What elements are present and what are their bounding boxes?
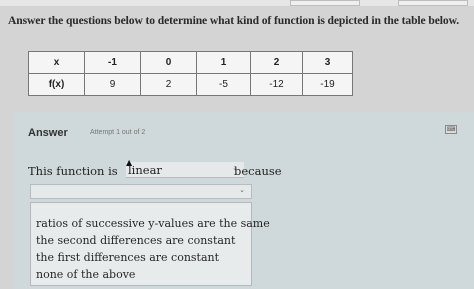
answer-label: Answer [28, 127, 68, 139]
option-none[interactable]: none of the above [36, 268, 135, 281]
option-first-differences[interactable]: the first differences are constant [36, 251, 219, 264]
table-cell: 9 [84, 73, 141, 96]
table-row: f(x) 9 2 -5 -12 -19 [28, 73, 353, 96]
function-type-value: linear [128, 163, 162, 177]
chevron-down-icon: ⌄ [239, 186, 245, 194]
table-cell: -19 [302, 73, 353, 96]
function-type-select[interactable]: linear ⌄ [126, 162, 244, 178]
table-cell: -5 [196, 73, 251, 96]
table-cell: 2 [250, 51, 303, 74]
top-tab[interactable] [398, 0, 468, 6]
top-tab[interactable] [290, 0, 360, 6]
reason-options-list: ratios of successive y-values are the sa… [30, 202, 270, 286]
top-strip [0, 0, 474, 6]
table-row: x -1 0 1 2 3 [28, 51, 353, 74]
table-cell: 1 [196, 51, 251, 74]
option-second-differences[interactable]: the second differences are constant [36, 234, 235, 247]
row-header-fx: f(x) [28, 73, 85, 96]
question-text: Answer the questions below to determine … [8, 14, 460, 27]
option-ratios[interactable]: ratios of successive y-values are the sa… [36, 217, 270, 230]
row-header-x: x [28, 51, 85, 74]
table-cell: -1 [84, 51, 141, 74]
attempt-counter: Attempt 1 out of 2 [90, 129, 146, 136]
mouse-cursor-icon: ▲ [126, 158, 133, 167]
sentence-prefix: This function is [28, 164, 118, 178]
function-table: x -1 0 1 2 3 f(x) 9 2 -5 -12 -19 [28, 51, 353, 96]
table-cell: 0 [140, 51, 197, 74]
table-cell: -12 [250, 73, 303, 96]
keyboard-icon[interactable]: ⌨ [445, 125, 457, 134]
because-label: because [234, 164, 282, 178]
table-cell: 2 [140, 73, 197, 96]
reason-select[interactable]: ⌄ [30, 184, 252, 199]
table-cell: 3 [302, 51, 353, 74]
